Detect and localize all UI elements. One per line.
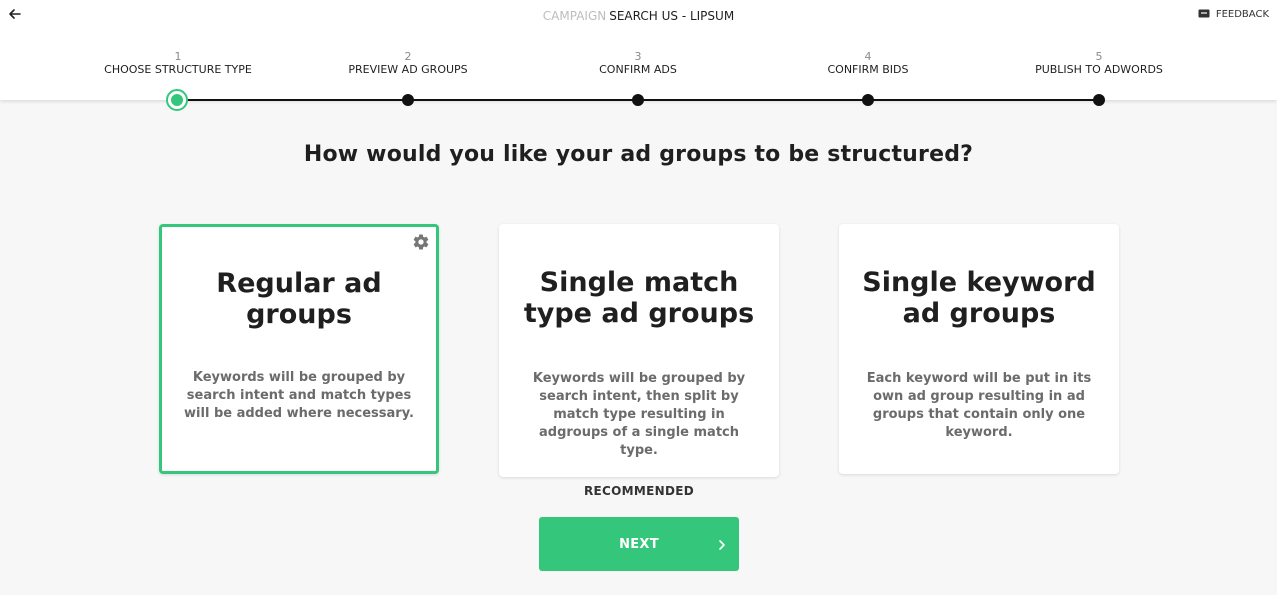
step-label: PUBLISH TO ADWORDS [1035,63,1163,76]
step-label: PREVIEW AD GROUPS [348,63,468,76]
option-title: Single match type ad groups [523,267,755,329]
chat-bubble-icon [1198,9,1210,17]
option-description: Keywords will be grouped by search inten… [184,370,414,421]
option-title: Regular ad groups [216,268,382,330]
step-label: CONFIRM BIDS [827,63,909,76]
step-number: 2 [404,50,412,63]
structure-question: How would you like your ad groups to be … [303,142,974,167]
step-publish-to-adwords[interactable]: 5 PUBLISH TO ADWORDS [999,50,1199,77]
option-title: Single keyword ad groups [862,267,1096,329]
option-description: Each keyword will be put in its own ad g… [866,371,1092,440]
step-confirm-ads[interactable]: 3 CONFIRM ADS [538,50,738,77]
step-confirm-bids[interactable]: 4 CONFIRM BIDS [768,50,968,77]
top-bar: CAMPAIGN SEARCH US - LIPSUM FEEDBACK 1 CH… [0,0,1277,100]
feedback-label: FEEDBACK [1215,8,1269,20]
step-label: CONFIRM ADS [599,63,677,76]
option-card-regular[interactable]: Regular ad groups Keywords will be group… [159,224,439,474]
step-label: CHOOSE STRUCTURE TYPE [104,63,252,76]
option-card-single-match-type[interactable]: Single match type ad groups Keywords wil… [499,224,779,477]
page-title: CAMPAIGN SEARCH US - LIPSUM [0,9,1277,23]
step-preview-ad-groups[interactable]: 2 PREVIEW AD GROUPS [308,50,508,77]
step-marker [632,94,644,106]
next-button[interactable]: NEXT [539,517,739,571]
campaign-name: SEARCH US - LIPSUM [609,9,735,23]
step-marker-current-dot [171,94,183,106]
step-marker [862,94,874,106]
step-number: 1 [174,50,182,63]
step-marker [1093,94,1105,106]
step-choose-structure[interactable]: 1 CHOOSE STRUCTURE TYPE [78,50,278,77]
title-prefix: CAMPAIGN [542,9,607,23]
step-number: 3 [634,50,642,63]
recommended-badge: RECOMMENDED [584,484,694,498]
option-description: Keywords will be grouped by search inten… [532,371,746,458]
gear-icon[interactable] [412,233,430,251]
chevron-right-icon [719,540,725,550]
step-number: 5 [1095,50,1103,63]
next-button-label: NEXT [619,537,659,552]
step-marker [402,94,414,106]
step-number: 4 [864,50,872,63]
option-card-single-keyword[interactable]: Single keyword ad groups Each keyword wi… [839,224,1119,474]
feedback-button[interactable]: FEEDBACK [1198,6,1269,22]
step-progress-track [166,89,1105,111]
